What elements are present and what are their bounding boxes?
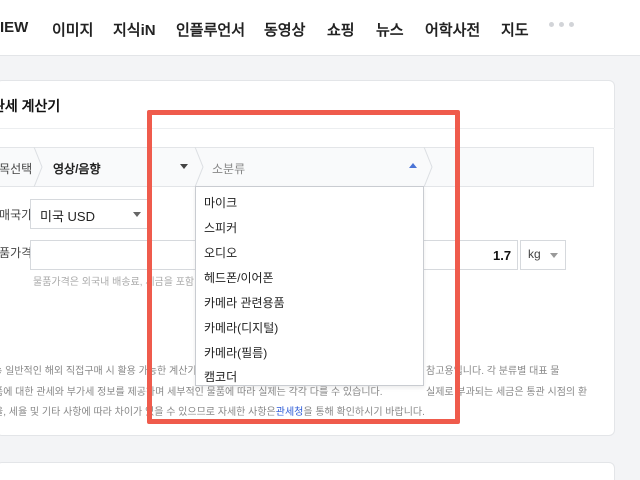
- crumb-category-select[interactable]: 품목선택: [0, 160, 32, 177]
- nav-item-view[interactable]: IEW: [0, 19, 28, 36]
- dropdown-item-speaker[interactable]: 스피커: [204, 219, 237, 236]
- nav-item-knowledge[interactable]: 지식iN: [113, 19, 156, 40]
- dropdown-item-audio[interactable]: 오디오: [204, 244, 237, 261]
- price-hint: 물품가격은 외국내 배송료, 세금을 포함: [33, 277, 195, 288]
- chevron-down-icon: [133, 212, 141, 217]
- nav-item-images[interactable]: 이미지: [52, 19, 93, 40]
- chevron-down-icon[interactable]: [180, 164, 188, 169]
- crumb-separator-icon: [194, 147, 204, 187]
- dropdown-item-mic[interactable]: 마이크: [204, 194, 237, 211]
- notice-text: 품에 대한 관세와 부가세 정보를 제공하며 세부적인 물품에 따라 실제는 각…: [0, 387, 383, 398]
- crumb-separator-icon: [33, 147, 43, 187]
- nav-item-news[interactable]: 뉴스: [376, 19, 404, 40]
- notice-text: 율, 세율 및 기타 사항에 따라 차이가 있을 수 있으므로 자세한 사항은: [0, 407, 276, 418]
- notice-line-3: 율, 세율 및 기타 사항에 따라 차이가 있을 수 있으므로 자세한 사항은관…: [0, 403, 425, 418]
- subcategory-dropdown: 마이크 스피커 오디오 헤드폰/이어폰 카메라 관련용품 카메라(디지털) 카메…: [195, 186, 424, 386]
- more-dots-icon[interactable]: [549, 22, 574, 27]
- next-card: [0, 462, 615, 480]
- price-label: 물품가격: [0, 246, 33, 260]
- nav-item-dictionary[interactable]: 어학사전: [425, 19, 480, 40]
- weight-unit-select[interactable]: [520, 240, 566, 270]
- dropdown-item-film-camera[interactable]: 카메라(필름): [204, 344, 267, 361]
- divider: [0, 128, 615, 129]
- card-title: 관세 계산기: [0, 98, 61, 114]
- dropdown-item-headphones[interactable]: 헤드폰/이어폰: [204, 269, 274, 286]
- chevron-down-icon: [550, 253, 558, 258]
- country-select-value: 미국 USD: [40, 209, 95, 224]
- notice-text: 참고용입니다. 각 분류별 대표 물: [426, 366, 560, 377]
- nav-item-influencer[interactable]: 인플루언서: [176, 19, 245, 40]
- customs-link[interactable]: 관세청: [276, 407, 304, 418]
- nav-item-shopping[interactable]: 쇼핑: [327, 19, 355, 40]
- dropdown-item-digital-camera[interactable]: 카메라(디지털): [204, 319, 278, 336]
- notice-text: ※ 일반적인 해외 직접구매 시 활용 가능한 계산기: [0, 366, 197, 377]
- weight-unit-value: kg: [528, 247, 541, 261]
- crumb-subcategory-select[interactable]: 소분류: [212, 160, 245, 177]
- top-nav: IEW 이미지 지식iN 인플루언서 동영상 쇼핑 뉴스 어학사전 지도: [0, 0, 640, 56]
- crumb-middle-category[interactable]: 영상/음향: [53, 160, 101, 177]
- country-label: 구매국가: [0, 208, 33, 222]
- chevron-up-icon[interactable]: [409, 163, 417, 168]
- notice-text: 을 통해 확인하시기 바랍니다.: [303, 407, 425, 418]
- weight-value: 1.7: [493, 248, 512, 263]
- dropdown-item-camcorder[interactable]: 캠코더: [204, 368, 237, 385]
- nav-item-map[interactable]: 지도: [501, 19, 529, 40]
- nav-item-video[interactable]: 동영상: [264, 19, 305, 40]
- dropdown-item-camera-accessories[interactable]: 카메라 관련용품: [204, 294, 285, 311]
- notice-text: 실제로 부과되는 세금은 통관 시점의 환: [426, 387, 588, 398]
- crumb-separator-icon: [423, 147, 433, 187]
- notice-line-1: ※ 일반적인 해외 직접구매 시 활용 가능한 계산기 참고용입니다. 각 분류…: [0, 362, 560, 377]
